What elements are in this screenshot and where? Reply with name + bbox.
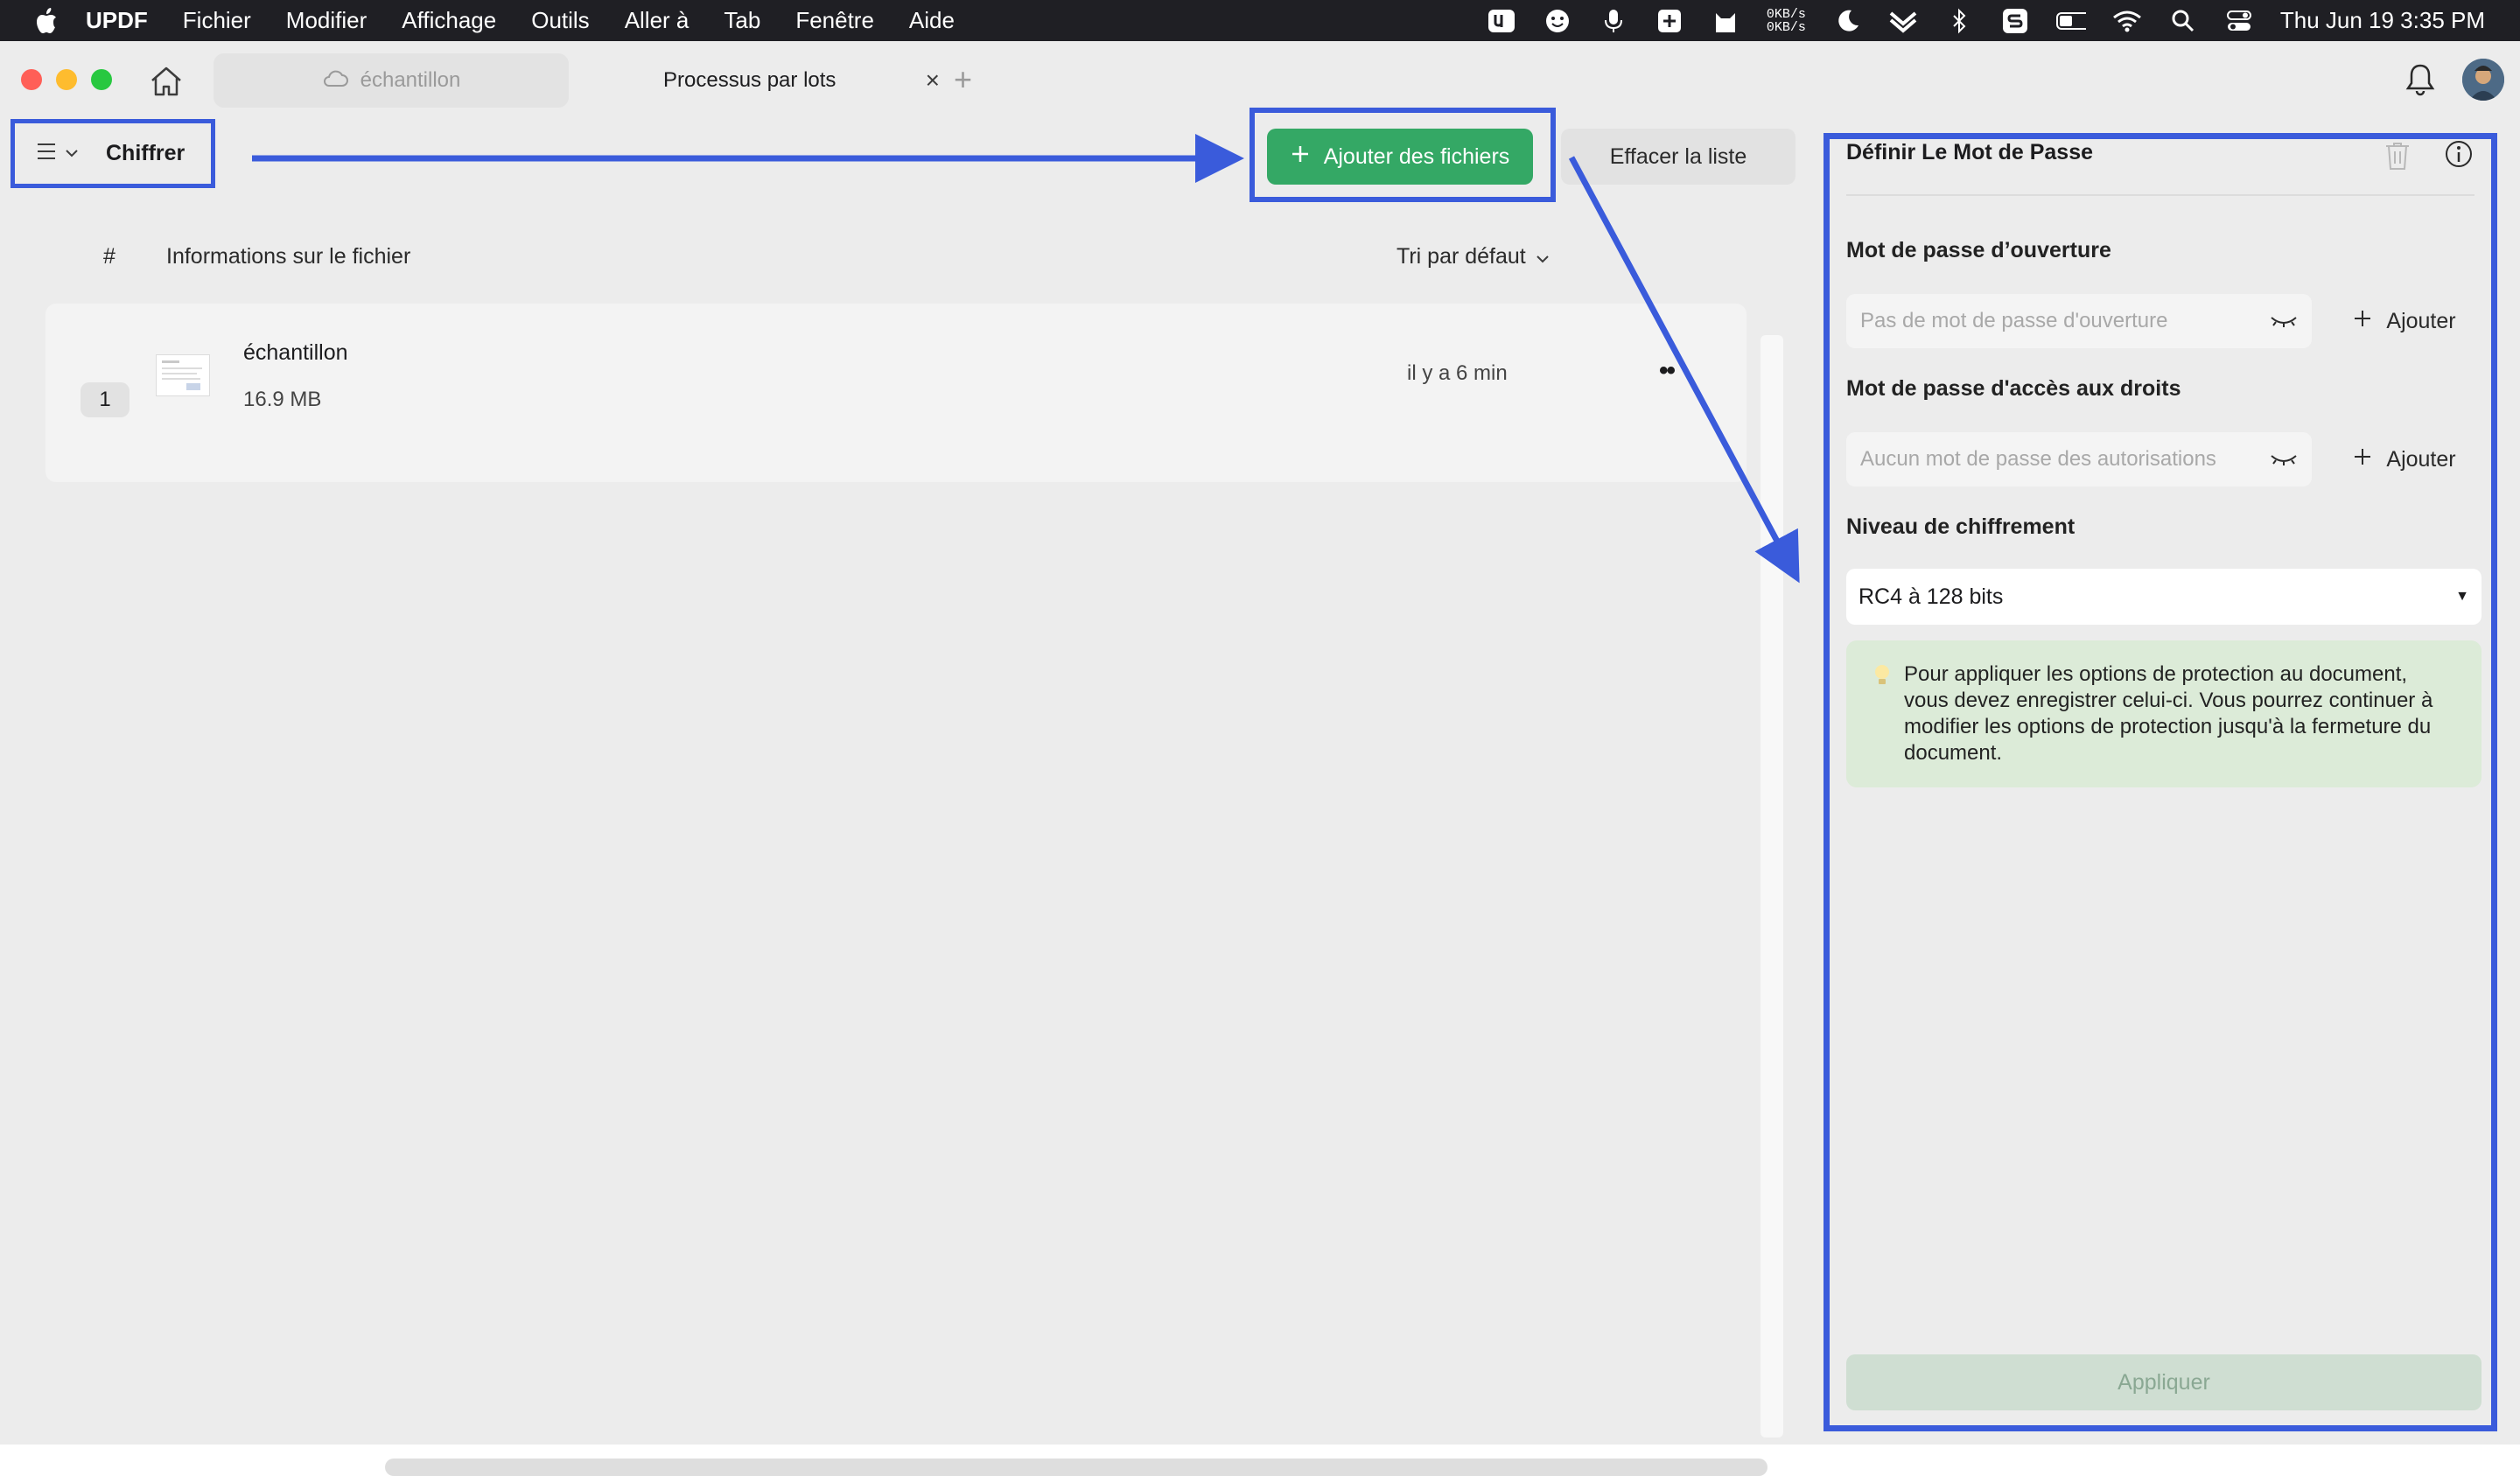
minimize-window-button[interactable] [56, 69, 77, 90]
sort-label: Tri par défaut [1396, 244, 1526, 269]
bluetooth-icon[interactable] [1944, 8, 1974, 34]
tab-processus-par-lots[interactable]: Processus par lots × [581, 53, 940, 108]
battery-icon[interactable] [2055, 8, 2086, 34]
wifi-icon[interactable] [2112, 8, 2142, 34]
bottom-shadow [385, 1459, 1768, 1476]
menu-aide[interactable]: Aide [909, 7, 955, 34]
add-permissions-password-button[interactable]: Ajouter [2328, 432, 2482, 486]
encryption-level-value: RC4 à 128 bits [1858, 584, 2004, 609]
password-settings-panel: Définir Le Mot de Passe Mot de passe d’o… [1834, 129, 2492, 1431]
panel-title: Définir Le Mot de Passe [1846, 140, 2094, 164]
sort-dropdown[interactable]: Tri par défaut [1396, 244, 1549, 269]
home-icon[interactable] [147, 64, 186, 99]
avatar[interactable] [2462, 59, 2504, 101]
menu-modifier[interactable]: Modifier [286, 7, 367, 34]
tab-label: échantillon [360, 68, 461, 92]
tip-box: Pour appliquer les options de protection… [1846, 640, 2482, 787]
zoom-window-button[interactable] [91, 69, 112, 90]
new-tab-icon[interactable]: + [954, 64, 972, 95]
menu-fenetre[interactable]: Fenêtre [795, 7, 874, 34]
info-icon[interactable] [2441, 136, 2476, 171]
add-label: Ajouter [2386, 308, 2456, 333]
file-index-badge: 1 [80, 382, 130, 417]
clear-list-button[interactable]: Effacer la liste [1561, 129, 1796, 185]
open-password-placeholder: Pas de mot de passe d'ouverture [1860, 309, 2168, 332]
tab-echantillon[interactable]: échantillon [214, 53, 569, 108]
encryption-level-select[interactable]: RC4 à 128 bits ▼ [1846, 569, 2482, 625]
chevron-down-icon[interactable] [66, 146, 78, 162]
menu-aller[interactable]: Aller à [625, 7, 690, 34]
search-icon[interactable] [2168, 8, 2198, 34]
add-open-password-button[interactable]: Ajouter [2328, 294, 2482, 348]
hamburger-icon[interactable] [36, 141, 57, 166]
permissions-password-placeholder: Aucun mot de passe des autorisations [1860, 447, 2216, 471]
smiley-icon[interactable] [1543, 8, 1572, 34]
chevron-down-icon [1536, 244, 1549, 269]
eye-closed-icon[interactable] [2266, 446, 2301, 472]
list-scrollbar[interactable] [1760, 335, 1783, 1438]
open-password-field[interactable]: Pas de mot de passe d'ouverture [1846, 294, 2312, 348]
close-tab-icon[interactable]: × [926, 66, 940, 94]
menubar-clock[interactable]: Thu Jun 19 3:35 PM [2280, 7, 2485, 34]
status-area: 0KB/s 0KB/s Thu Jun 19 3:35 PM [1487, 0, 2485, 41]
column-header-file-info: Informations sur le fichier [166, 244, 411, 269]
updf-status-icon[interactable] [1487, 8, 1516, 34]
add-files-button[interactable]: Ajouter des fichiers [1267, 129, 1533, 185]
column-header-index: # [103, 244, 116, 269]
control-center-icon[interactable] [2224, 8, 2254, 34]
add-label: Ajouter [2386, 446, 2456, 472]
s-app-icon[interactable] [2000, 8, 2030, 34]
eye-closed-icon[interactable] [2266, 308, 2301, 334]
cat-icon[interactable] [1711, 8, 1740, 34]
tip-text: Pour appliquer les options de protection… [1904, 662, 2433, 765]
plus-icon [2353, 447, 2372, 472]
title-bar: échantillon Processus par lots × + [0, 41, 2520, 116]
menu-bar: UPDF Fichier Modifier Affichage Outils A… [0, 0, 2520, 41]
close-window-button[interactable] [21, 69, 42, 90]
file-modified-time: il y a 6 min [1407, 361, 1508, 385]
panel-divider [1846, 194, 2474, 196]
menu-tab[interactable]: Tab [724, 7, 760, 34]
menu-fichier[interactable]: Fichier [183, 7, 251, 34]
caret-down-icon: ▼ [2455, 589, 2469, 604]
plus-icon [1291, 144, 1310, 170]
file-thumbnail [156, 354, 210, 396]
apple-icon[interactable] [33, 6, 60, 36]
grid-app-icon[interactable] [1655, 8, 1684, 34]
moon-icon[interactable] [1832, 8, 1862, 34]
download-tray-icon[interactable] [1888, 8, 1918, 34]
cloud-icon [322, 68, 348, 94]
apply-button[interactable]: Appliquer [1846, 1354, 2482, 1410]
tab-label: Processus par lots [663, 68, 836, 92]
trash-icon[interactable] [2380, 138, 2415, 173]
mode-selector[interactable]: Chiffrer [10, 119, 215, 188]
bell-icon[interactable] [2403, 60, 2438, 99]
open-password-label: Mot de passe d’ouverture [1846, 238, 2111, 262]
add-files-label: Ajouter des fichiers [1323, 143, 1510, 169]
file-row[interactable]: 1 échantillon 16.9 MB il y a 6 min •• [46, 304, 1746, 482]
permissions-password-label: Mot de passe d'accès aux droits [1846, 376, 2181, 401]
lightbulb-icon [1872, 663, 1892, 689]
file-name: échantillon [243, 340, 348, 365]
permissions-password-field[interactable]: Aucun mot de passe des autorisations [1846, 432, 2312, 486]
menu-updf[interactable]: UPDF [86, 7, 148, 34]
menu-outils[interactable]: Outils [531, 7, 589, 34]
more-options-icon[interactable]: •• [1659, 356, 1676, 386]
plus-icon [2353, 309, 2372, 334]
network-speed: 0KB/s 0KB/s [1766, 6, 1806, 35]
microphone-icon[interactable] [1599, 8, 1628, 34]
menu-affichage[interactable]: Affichage [402, 7, 496, 34]
file-size: 16.9 MB [243, 388, 322, 411]
mode-label: Chiffrer [106, 141, 186, 165]
encryption-level-label: Niveau de chiffrement [1846, 514, 2076, 539]
